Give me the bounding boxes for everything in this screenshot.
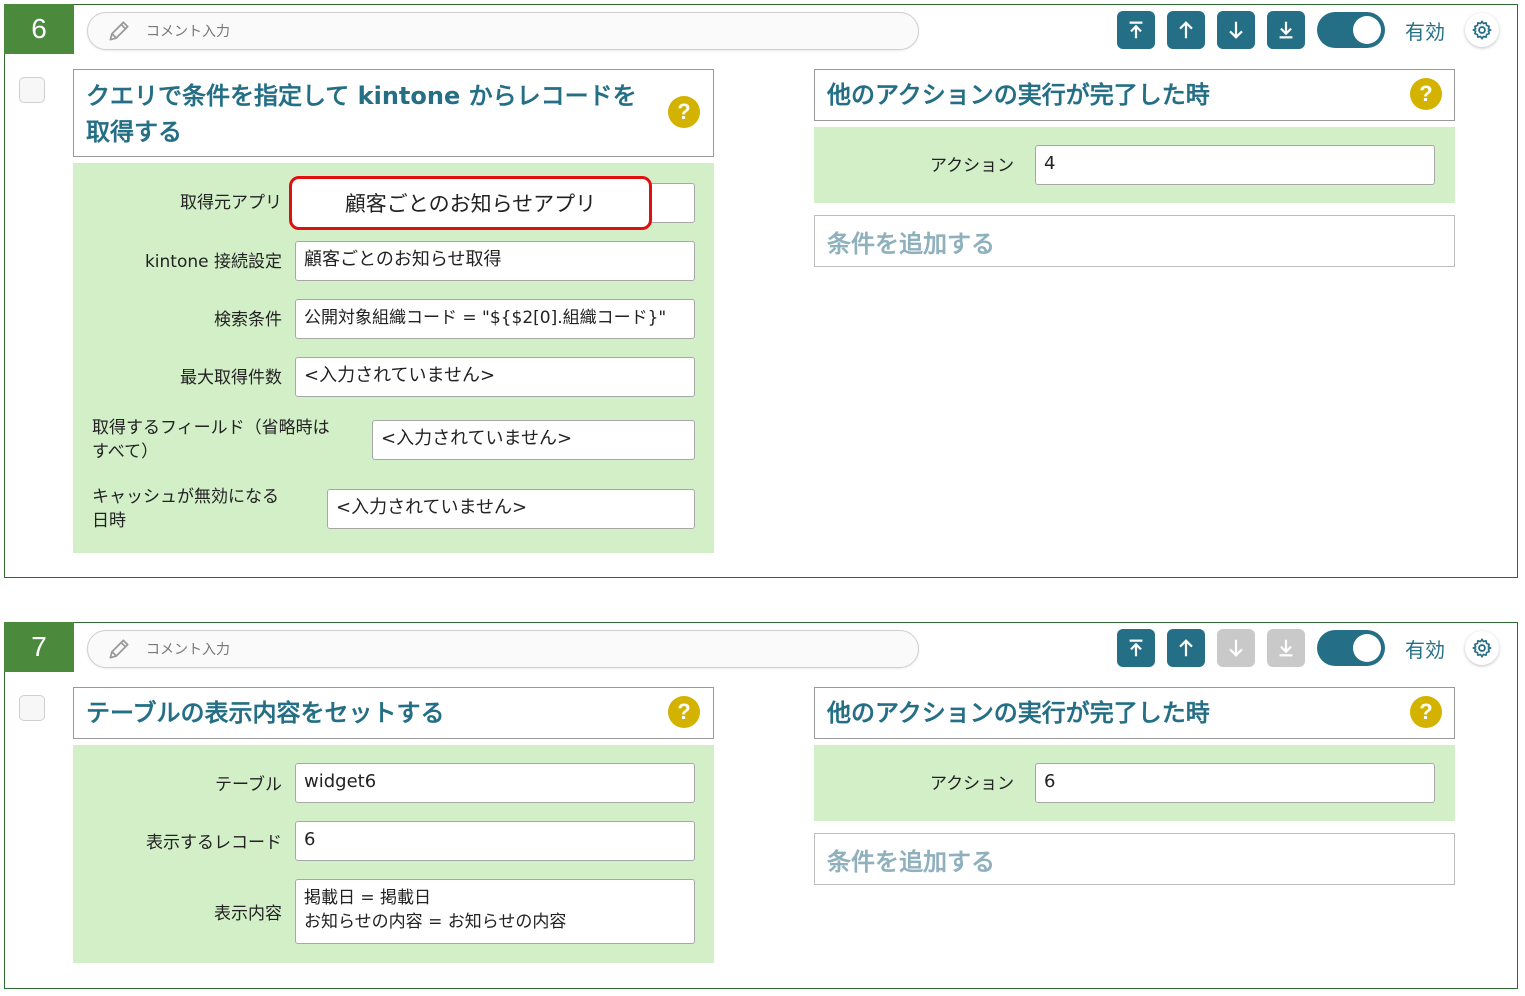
action-label: アクション [930,156,1015,176]
display-record-field[interactable]: 6 [295,821,695,861]
pencil-icon [109,21,129,41]
field-label: キャッシュが無効になる 日時 [92,487,279,531]
block-number: 6 [4,4,74,54]
trigger-settings-panel: アクション 6 [814,745,1455,821]
move-top-button[interactable] [1117,11,1155,49]
enable-toggle[interactable] [1317,12,1385,48]
move-bottom-icon [1279,639,1293,657]
field-label: 取得元アプリ [180,193,282,213]
trigger-action-field[interactable]: 4 [1035,145,1435,185]
move-down-icon [1229,21,1243,39]
help-icon[interactable]: ? [668,96,700,128]
comment-placeholder: コメント入力 [146,642,230,658]
move-bottom-button[interactable] [1267,629,1305,667]
action-title: クエリで条件を指定して kintone からレコードを 取得する [86,82,637,146]
add-condition-button[interactable]: 条件を追加する [814,833,1455,885]
gear-icon [1472,20,1492,40]
source-app-value-highlight: 顧客ごとのお知らせアプリ [289,176,652,230]
move-up-button[interactable] [1167,11,1205,49]
help-icon[interactable]: ? [1410,696,1442,728]
gear-icon [1472,638,1492,658]
move-up-icon [1179,21,1193,39]
toggle-knob [1353,16,1381,44]
field-label: kintone 接続設定 [144,252,282,272]
field-label: 表示するレコード [146,833,282,853]
add-condition-button[interactable]: 条件を追加する [814,215,1455,267]
comment-placeholder: コメント入力 [146,24,230,40]
action-card[interactable]: テーブルの表示内容をセットする ? [73,687,714,739]
action-block-7: 7 コメント入力 有効 テーブルの表示内容をセットする ? テーブル widge… [4,622,1518,989]
move-up-button[interactable] [1167,629,1205,667]
move-down-button[interactable] [1217,629,1255,667]
move-up-icon [1179,639,1193,657]
help-icon[interactable]: ? [1410,78,1442,110]
trigger-settings-panel: アクション 4 [814,127,1455,203]
enabled-label: 有効 [1405,20,1445,44]
comment-input[interactable]: コメント入力 [87,630,919,668]
trigger-card[interactable]: 他のアクションの実行が完了した時 ? [814,687,1455,739]
comment-input[interactable]: コメント入力 [87,12,919,50]
enabled-label: 有効 [1405,638,1445,662]
move-bottom-button[interactable] [1267,11,1305,49]
move-down-button[interactable] [1217,11,1255,49]
cache-expire-field[interactable]: <入力されていません> [327,489,695,529]
display-content-field[interactable]: 掲載日 = 掲載日 お知らせの内容 = お知らせの内容 [295,879,695,944]
toggle-knob [1353,634,1381,662]
action-label: アクション [930,774,1015,794]
field-label: テーブル [215,775,282,795]
action-settings-panel: テーブル widget6 表示するレコード 6 表示内容 掲載日 = 掲載日 お… [73,745,714,963]
select-checkbox[interactable] [19,77,45,103]
max-records-field[interactable]: <入力されていません> [295,357,695,397]
field-label: 最大取得件数 [180,368,282,388]
action-block-6: 6 コメント入力 有効 クエリで条件を指定して kintone からレコードを … [4,4,1518,578]
field-label: 検索条件 [214,310,282,330]
action-title: テーブルの表示内容をセットする [86,699,445,727]
trigger-title: 他のアクションの実行が完了した時 [827,699,1210,727]
block-number: 7 [4,622,74,672]
settings-button[interactable] [1465,13,1499,47]
move-bottom-icon [1279,21,1293,39]
action-settings-panel: 取得元アプリ 顧客ごとのお知らせアプリ kintone 接続設定 顧客ごとのお知… [73,163,714,553]
field-label: 表示内容 [214,904,282,924]
action-card[interactable]: クエリで条件を指定して kintone からレコードを 取得する ? [73,69,714,157]
query-condition-field[interactable]: 公開対象組織コード = "${$2[0].組織コード}" [295,299,695,339]
move-top-icon [1129,21,1143,39]
enable-toggle[interactable] [1317,630,1385,666]
help-icon[interactable]: ? [668,696,700,728]
table-field[interactable]: widget6 [295,763,695,803]
move-top-icon [1129,639,1143,657]
move-down-icon [1229,639,1243,657]
field-label: 取得するフィールド（省略時は すべて） [92,418,330,462]
trigger-action-field[interactable]: 6 [1035,763,1435,803]
move-top-button[interactable] [1117,629,1155,667]
fields-to-get-field[interactable]: <入力されていません> [372,420,695,460]
trigger-title: 他のアクションの実行が完了した時 [827,81,1210,109]
pencil-icon [109,639,129,659]
connection-setting-field[interactable]: 顧客ごとのお知らせ取得 [295,241,695,281]
select-checkbox[interactable] [19,695,45,721]
trigger-card[interactable]: 他のアクションの実行が完了した時 ? [814,69,1455,121]
settings-button[interactable] [1465,631,1499,665]
